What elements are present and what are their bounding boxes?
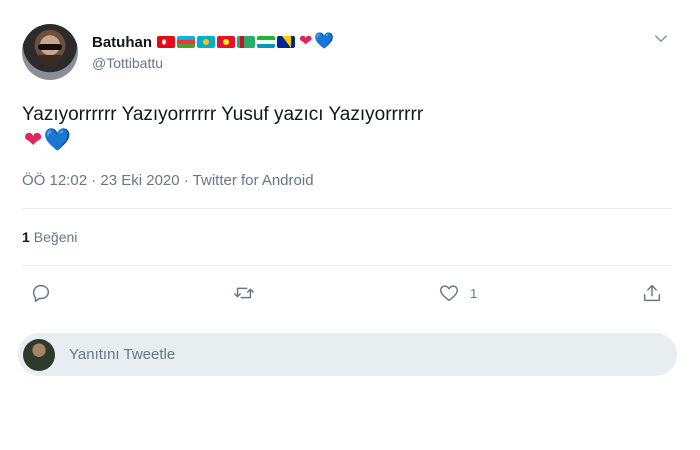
likes-summary[interactable]: 1 Beğeni: [22, 229, 77, 245]
tweet-card: Batuhan ❤ 💙 @Tottibattu Yazıyorrrrrr Yaz…: [0, 0, 700, 450]
like-count: 1: [470, 285, 478, 301]
likes-count: 1: [22, 229, 30, 245]
retweet-button[interactable]: [233, 281, 255, 305]
share-icon: [643, 284, 661, 302]
reply-icon: [32, 284, 50, 302]
author-flags: ❤ 💙: [157, 34, 334, 50]
red-heart-icon: ❤: [299, 33, 313, 50]
reply-tweet-box[interactable]: Yanıtını Tweetle: [18, 333, 677, 376]
current-user-avatar: [23, 338, 55, 371]
avatar-glasses: [38, 44, 62, 50]
tweet-timestamp-source[interactable]: ÖÖ 12:02 · 23 Eki 2020 · Twitter for And…: [22, 172, 314, 189]
author-display-name[interactable]: Batuhan: [92, 34, 152, 51]
retweet-icon: [234, 287, 254, 299]
divider: [22, 208, 672, 209]
likes-label: Beğeni: [33, 229, 78, 245]
kazakhstan-flag-icon: [197, 36, 215, 48]
turkmenistan-flag-icon: [237, 36, 255, 48]
reply-button[interactable]: [30, 281, 52, 305]
author-name-row: Batuhan ❤ 💙: [92, 32, 334, 52]
like-button[interactable]: 1: [438, 281, 477, 305]
azerbaijan-flag-icon: [177, 36, 195, 48]
turkey-flag-icon: [157, 36, 175, 48]
chevron-down-icon[interactable]: [652, 30, 670, 48]
like-icon: [440, 285, 458, 302]
red-heart-icon: ❤: [24, 127, 43, 152]
divider: [22, 265, 672, 266]
author-avatar[interactable]: [22, 24, 78, 80]
blue-heart-icon: 💙: [43, 127, 71, 152]
avatar-beard: [39, 55, 61, 67]
tweet-hearts: ❤ 💙: [22, 128, 71, 152]
reply-placeholder[interactable]: Yanıtını Tweetle: [69, 346, 175, 363]
uzbekistan-flag-icon: [257, 36, 275, 48]
share-button[interactable]: [641, 281, 663, 305]
kyrgyzstan-flag-icon: [217, 36, 235, 48]
blue-heart-icon: 💙: [314, 33, 335, 50]
tweet-text: Yazıyorrrrrr Yazıyorrrrrr Yusuf yazıcı Y…: [22, 104, 424, 125]
author-handle[interactable]: @Tottibattu: [92, 55, 163, 71]
bosnia-flag-icon: [277, 36, 295, 48]
